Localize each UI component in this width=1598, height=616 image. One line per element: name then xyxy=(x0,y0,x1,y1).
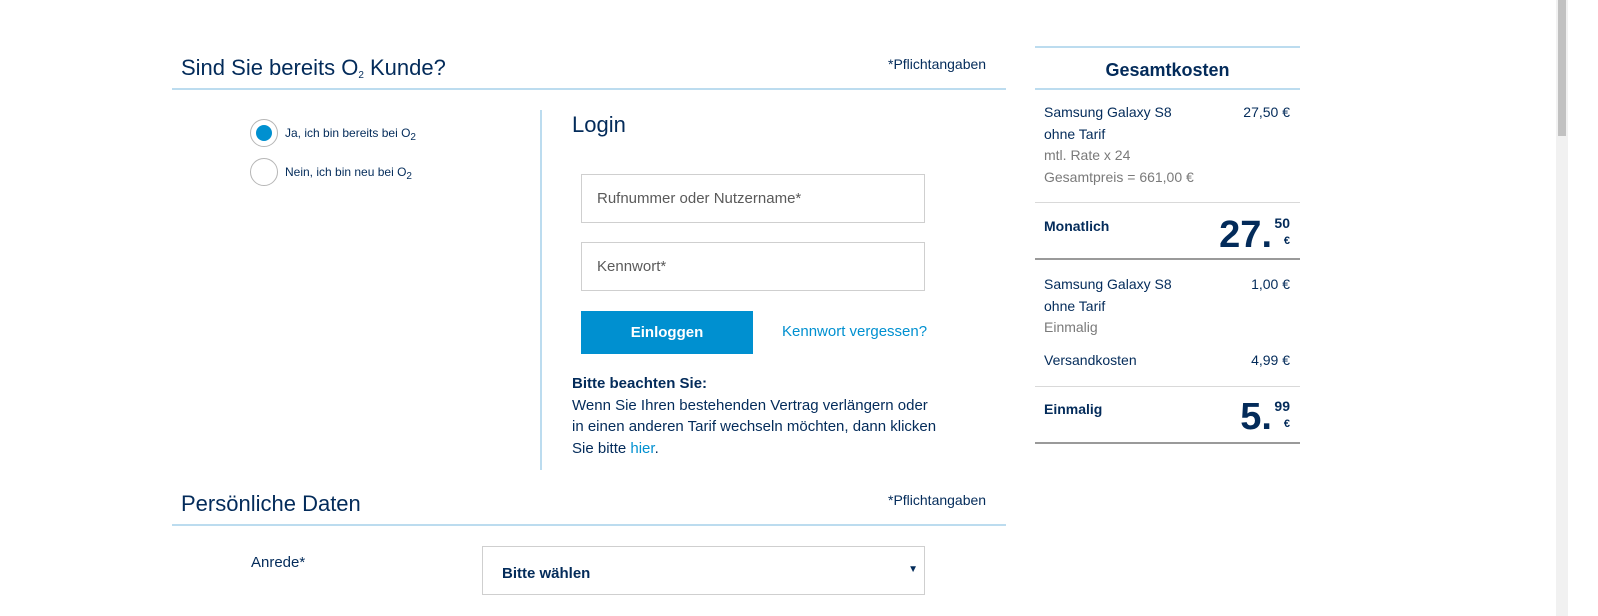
option-label-text: Nein, ich bin neu bei O xyxy=(285,165,407,179)
section-divider xyxy=(172,88,1006,90)
radio-existing-customer-label[interactable]: Ja, ich bin bereits bei O2 xyxy=(285,126,416,143)
radio-new-customer-label[interactable]: Nein, ich bin neu bei O2 xyxy=(285,165,412,182)
notice-text: Wenn Sie Ihren bestehenden Vertrag verlä… xyxy=(572,396,937,457)
required-note: *Pflichtangaben xyxy=(888,56,987,72)
salutation-select-value: Bitte wählen xyxy=(502,565,591,582)
customer-section-title: Sind Sie bereits O2 Kunde? xyxy=(181,55,446,81)
onetime-item-detail: Einmalig xyxy=(1044,319,1098,335)
page-scrollbar[interactable] xyxy=(1556,0,1568,616)
monthly-item-price: 27,50 € xyxy=(1243,104,1290,120)
onetime-total-currency: € xyxy=(1283,418,1290,430)
onetime-total-integer: 5. xyxy=(1240,396,1272,438)
monthly-total-label: Monatlich xyxy=(1044,218,1110,234)
login-button[interactable]: Einloggen xyxy=(581,311,753,354)
summary-separator xyxy=(1035,202,1300,203)
monthly-total-decimal: 50 xyxy=(1274,215,1290,231)
notice-heading: Bitte beachten Sie: xyxy=(572,375,708,392)
salutation-select[interactable]: Bitte wählen ▼ xyxy=(482,546,925,595)
summary-title: Gesamtkosten xyxy=(1105,60,1230,80)
summary-bottom-rule xyxy=(1035,442,1300,444)
title-text: Sind Sie bereits O xyxy=(181,55,359,80)
summary-top-rule xyxy=(1035,46,1300,48)
shipping-price: 4,99 € xyxy=(1251,352,1290,368)
summary-separator-2 xyxy=(1035,386,1300,387)
monthly-total-integer: 27. xyxy=(1219,214,1272,256)
onetime-total-decimal: 99 xyxy=(1274,398,1290,414)
login-notice: Bitte beachten Sie: Wenn Sie Ihren beste… xyxy=(572,373,942,459)
onetime-item-name-2: ohne Tarif xyxy=(1044,297,1106,314)
option-label-subscript: 2 xyxy=(410,132,416,143)
forgot-password-link[interactable]: Kennwort vergessen? xyxy=(782,323,927,340)
summary-title-rule xyxy=(1035,88,1300,90)
summary-separator-dark xyxy=(1035,258,1300,260)
monthly-item-total: Gesamtpreis = 661,00 € xyxy=(1044,168,1194,185)
onetime-total-label: Einmalig xyxy=(1044,401,1103,417)
password-input[interactable] xyxy=(581,242,925,291)
chevron-down-icon: ▼ xyxy=(908,564,918,575)
personal-section-title: Persönliche Daten xyxy=(181,491,361,516)
salutation-label: Anrede* xyxy=(251,554,306,571)
monthly-total-value: 27. 50 € xyxy=(1200,214,1290,254)
option-label-subscript: 2 xyxy=(406,171,412,182)
page-scrollbar-thumb[interactable] xyxy=(1558,0,1566,136)
section-divider-personal xyxy=(172,524,1006,526)
required-note-personal: *Pflichtangaben xyxy=(888,492,987,508)
onetime-total-value: 5. 99 € xyxy=(1200,398,1290,438)
onetime-item: Samsung Galaxy S8 ohne Tarif Einmalig 1,… xyxy=(1044,274,1290,339)
username-input[interactable] xyxy=(581,174,925,223)
radio-existing-customer[interactable] xyxy=(250,119,278,147)
option-label-text: Ja, ich bin bereits bei O xyxy=(285,126,411,140)
monthly-item: Samsung Galaxy S8 ohne Tarif mtl. Rate x… xyxy=(1044,102,1290,188)
login-title: Login xyxy=(572,112,626,137)
notice-end: . xyxy=(654,439,659,457)
title-text-suffix: Kunde? xyxy=(363,55,446,80)
onetime-item-price: 1,00 € xyxy=(1251,276,1290,292)
monthly-item-name-2: ohne Tarif xyxy=(1044,125,1106,142)
notice-here-link[interactable]: hier xyxy=(630,440,654,457)
radio-new-customer[interactable] xyxy=(250,158,278,186)
login-column-divider xyxy=(540,110,542,470)
shipping-label: Versandkosten xyxy=(1044,352,1137,368)
monthly-item-rate: mtl. Rate x 24 xyxy=(1044,147,1131,163)
monthly-total-currency: € xyxy=(1283,235,1290,247)
